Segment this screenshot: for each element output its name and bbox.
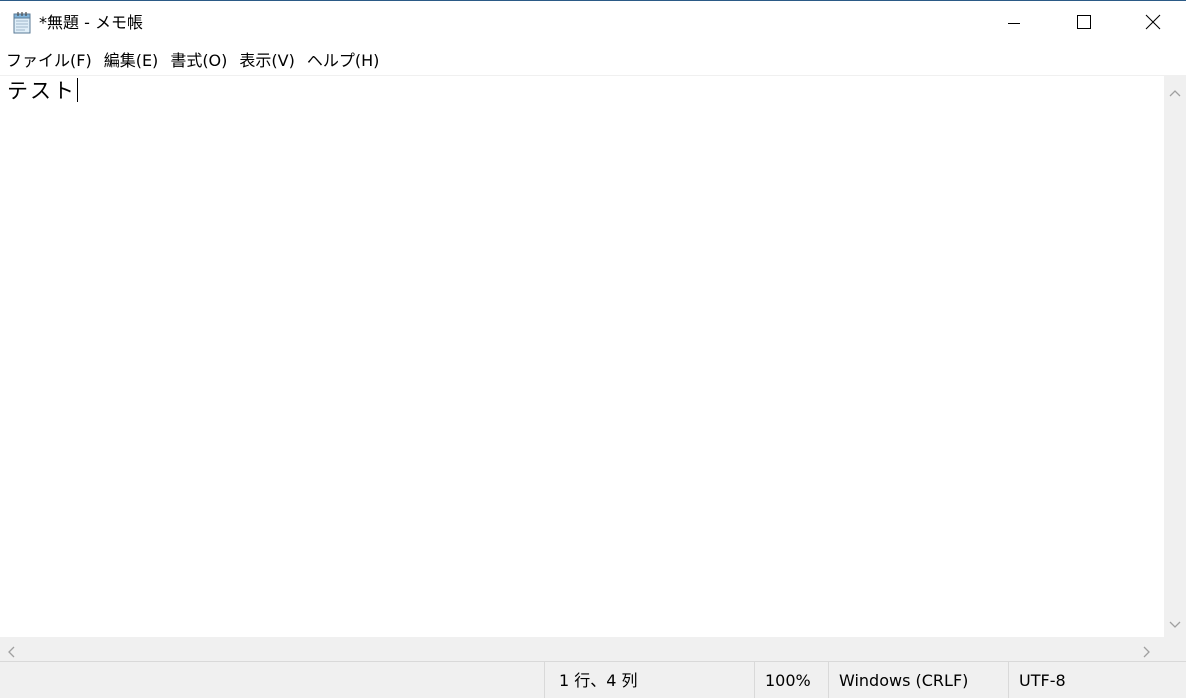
close-button[interactable] (1119, 1, 1186, 46)
notepad-icon[interactable] (11, 11, 33, 35)
editor-text: テスト (7, 79, 76, 103)
text-editor[interactable]: テスト (0, 75, 1164, 637)
editor-content-line[interactable]: テスト (7, 77, 78, 105)
title-bar[interactable]: *無題 - メモ帳 (0, 1, 1186, 46)
status-line-ending: Windows (CRLF) (828, 662, 1008, 698)
minimize-icon (1008, 14, 1020, 33)
scroll-left-arrow-icon[interactable] (6, 643, 16, 662)
notepad-window: *無題 - メモ帳 ファイル(F) 編集(E) 書式(O) 表示(V) ヘルプ(… (0, 0, 1186, 698)
menu-edit[interactable]: 編集(E) (98, 47, 165, 75)
status-cursor-position: 1 行、4 列 (544, 662, 754, 698)
window-title: *無題 - メモ帳 (39, 13, 143, 32)
scroll-right-arrow-icon[interactable] (1142, 643, 1152, 662)
minimize-button[interactable] (979, 1, 1049, 46)
scrollbar-corner (1164, 637, 1186, 661)
menu-file[interactable]: ファイル(F) (0, 47, 98, 75)
maximize-button[interactable] (1049, 1, 1119, 46)
menu-bar: ファイル(F) 編集(E) 書式(O) 表示(V) ヘルプ(H) (0, 47, 1186, 75)
close-icon (1145, 14, 1161, 34)
menu-help[interactable]: ヘルプ(H) (301, 47, 386, 75)
text-caret (77, 78, 78, 102)
status-bar: 1 行、4 列 100% Windows (CRLF) UTF-8 (0, 661, 1186, 698)
scroll-down-arrow-icon[interactable] (1169, 615, 1181, 634)
scroll-up-arrow-icon[interactable] (1169, 83, 1181, 102)
status-zoom-level: 100% (754, 662, 828, 698)
menu-format[interactable]: 書式(O) (164, 47, 233, 75)
horizontal-scrollbar[interactable] (0, 637, 1164, 661)
vertical-scrollbar[interactable] (1164, 75, 1186, 637)
status-encoding: UTF-8 (1008, 662, 1186, 698)
menu-view[interactable]: 表示(V) (233, 47, 300, 75)
maximize-icon (1077, 14, 1091, 33)
